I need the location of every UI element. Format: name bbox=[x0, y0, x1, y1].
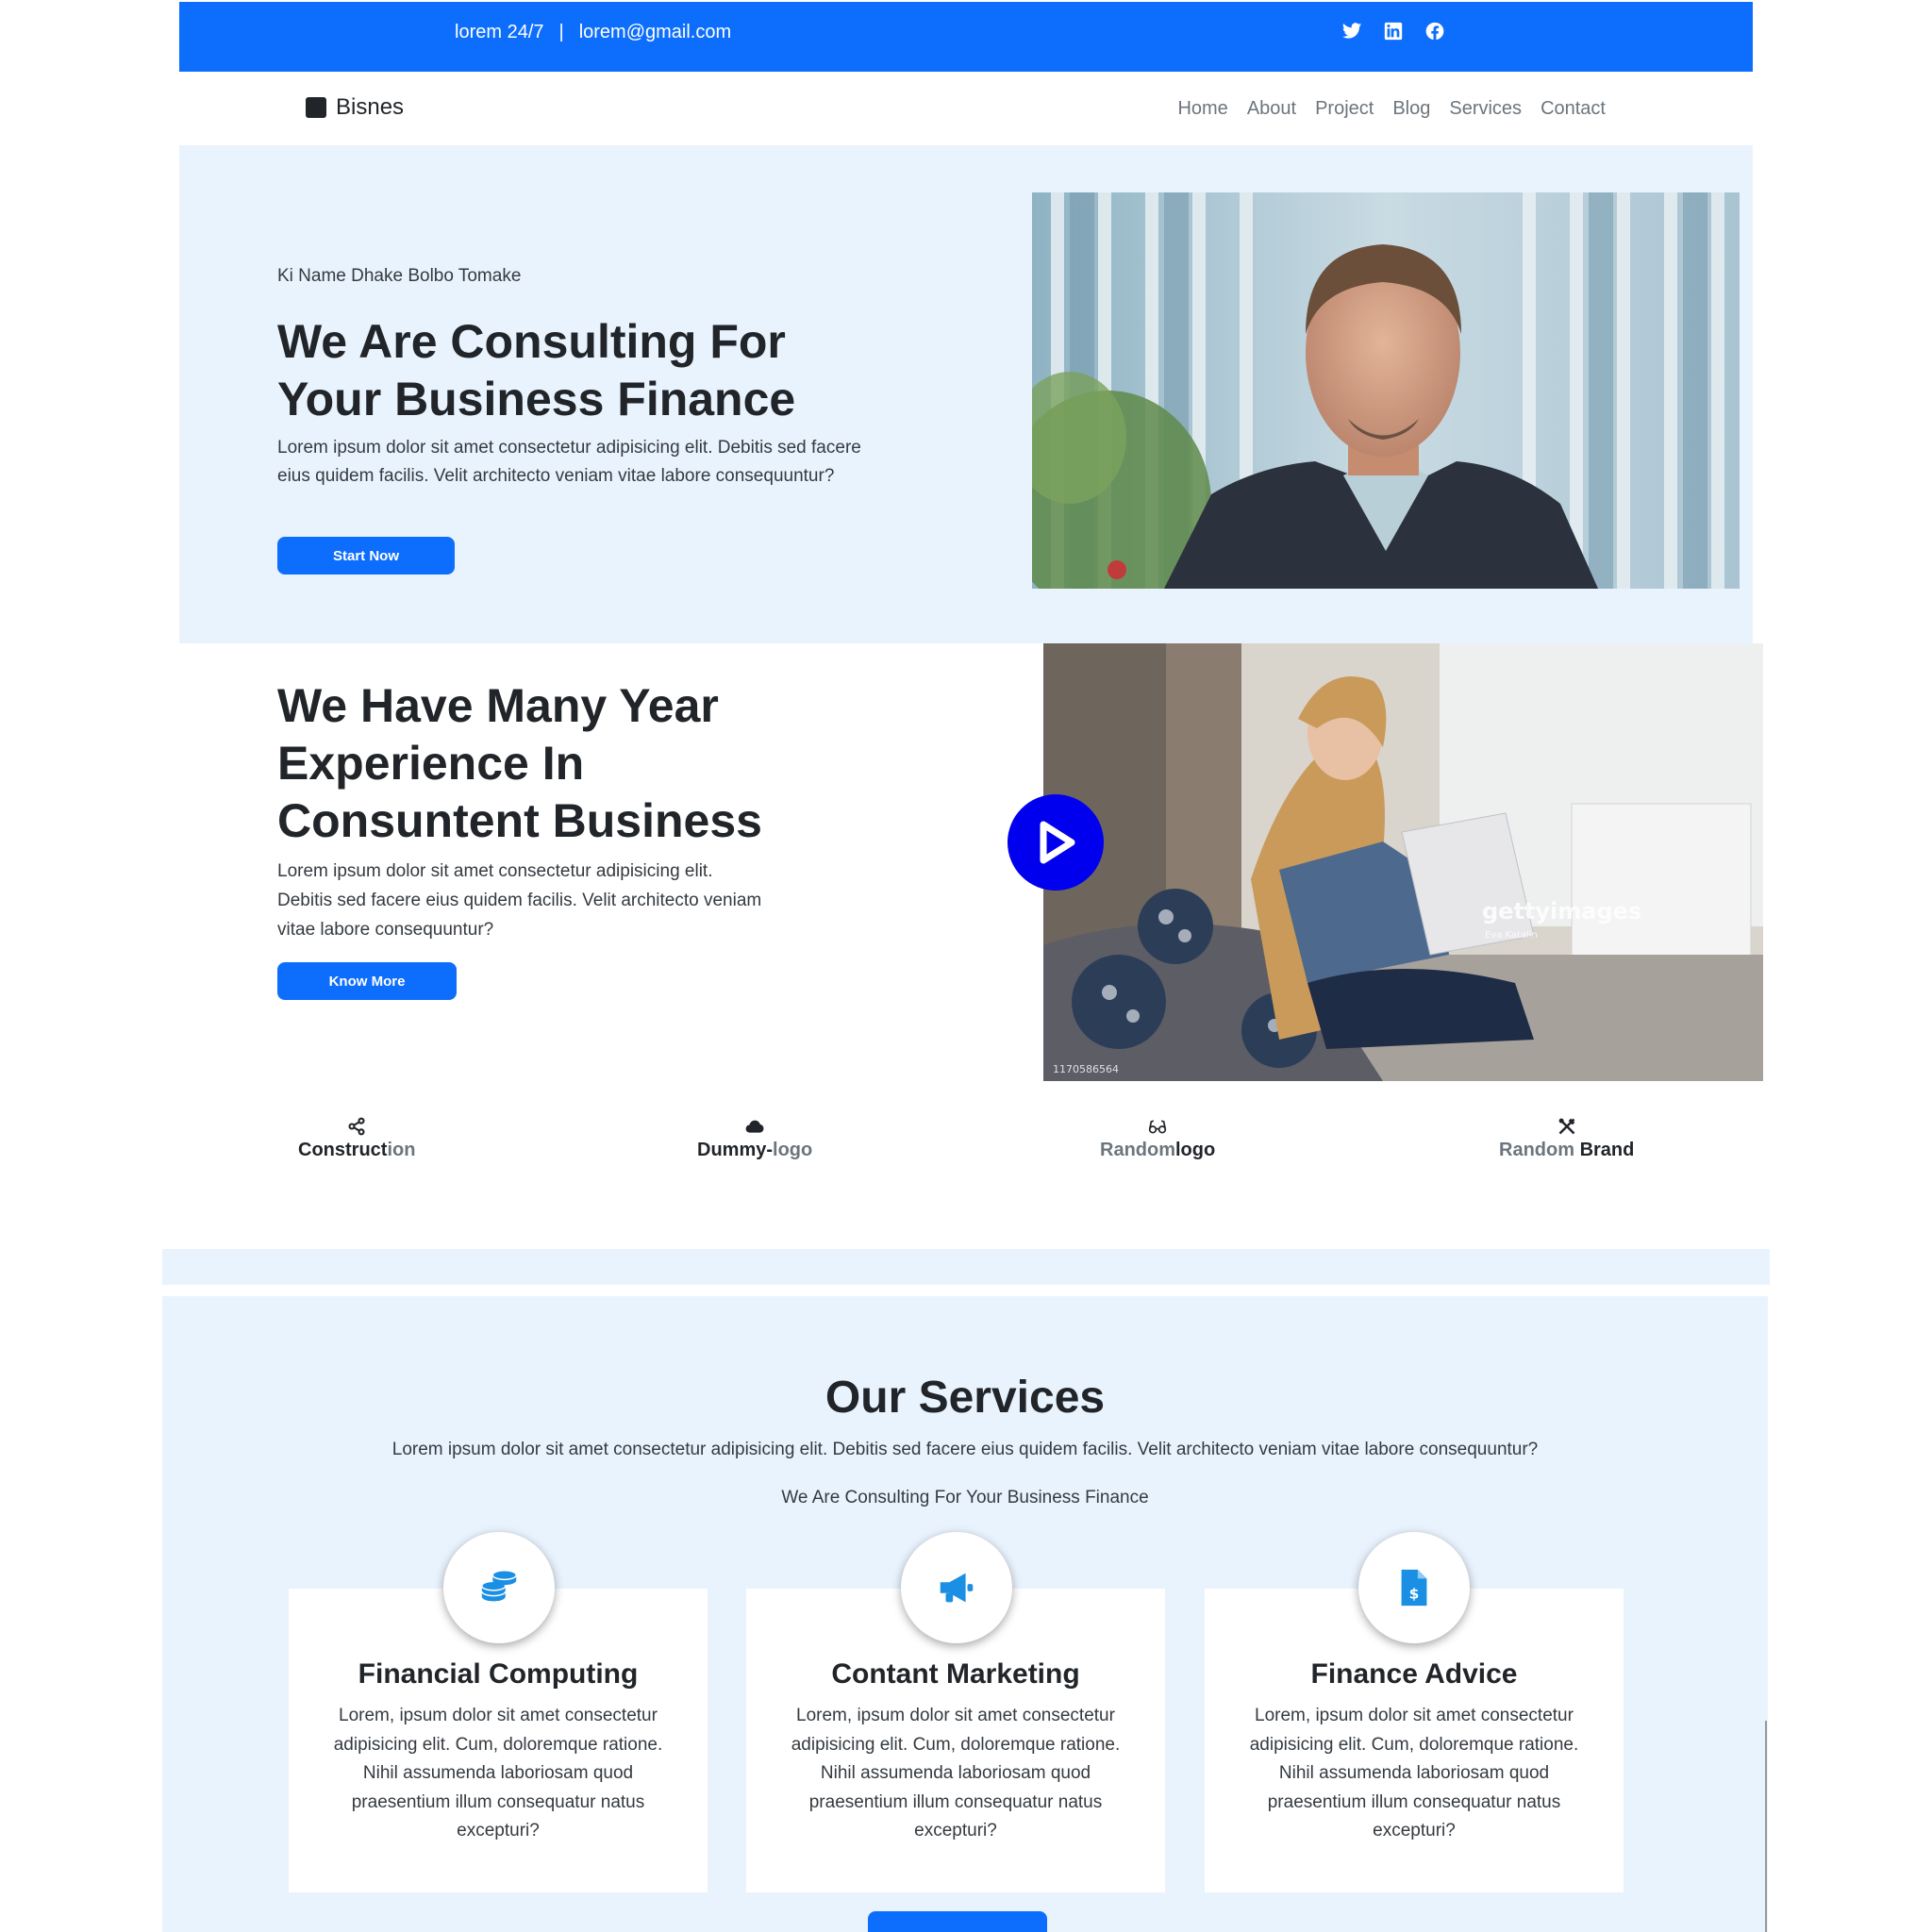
logo-brand-muted: Random bbox=[1499, 1140, 1580, 1160]
main-navbar: Bisnes Home About Project Blog Services … bbox=[179, 72, 1753, 145]
hero-section: Ki Name Dhake Bolbo Tomake We Are Consul… bbox=[179, 145, 1753, 643]
nav-links: Home About Project Blog Services Contact bbox=[1177, 98, 1606, 120]
separator: | bbox=[558, 22, 564, 42]
logo-construction-muted: ion bbox=[387, 1140, 416, 1160]
coins-icon bbox=[443, 1532, 555, 1643]
hours-text: lorem 24/7 bbox=[455, 22, 544, 42]
services-title: Our Services bbox=[824, 1373, 1106, 1423]
logo-random-muted: Random bbox=[1100, 1140, 1175, 1160]
experience-description: Lorem ipsum dolor sit amet consectetur a… bbox=[277, 861, 762, 940]
play-video-button[interactable] bbox=[1008, 794, 1104, 891]
know-more-button[interactable]: Know More bbox=[277, 962, 457, 1000]
view-all-button[interactable] bbox=[868, 1911, 1047, 1932]
nav-project[interactable]: Project bbox=[1315, 98, 1374, 120]
logo-construction-bold: Construct bbox=[298, 1140, 388, 1160]
logo-brand-bold: Brand bbox=[1579, 1140, 1635, 1160]
logo-random-brand: Random Brand bbox=[1499, 1117, 1634, 1161]
section-divider-strip bbox=[162, 1249, 1770, 1285]
experience-title: We Have Many Year Experience In Consunte… bbox=[277, 679, 762, 847]
email-link[interactable]: lorem@gmail.com bbox=[579, 20, 731, 44]
linkedin-icon[interactable] bbox=[1382, 20, 1405, 42]
logo-random-bold: logo bbox=[1175, 1140, 1216, 1160]
cloud-icon bbox=[745, 1120, 764, 1133]
card-title: Finance Advice bbox=[1310, 1658, 1518, 1690]
video-thumbnail[interactable]: gettyimages Eva Katalin 1170586564 bbox=[1043, 643, 1763, 1081]
invoice-dollar-icon: $ bbox=[1358, 1532, 1470, 1643]
card-title: Contant Marketing bbox=[831, 1658, 1080, 1690]
card-text: Lorem, ipsum dolor sit amet consectetur … bbox=[333, 1706, 663, 1840]
megaphone-icon bbox=[901, 1532, 1012, 1643]
contact-info: lorem 24/7 | lorem@gmail.com bbox=[455, 20, 731, 44]
play-icon bbox=[1040, 821, 1075, 864]
facebook-icon[interactable] bbox=[1424, 20, 1446, 42]
nav-contact[interactable]: Contact bbox=[1541, 98, 1606, 120]
image-id-text: 1170586564 bbox=[1053, 1063, 1119, 1075]
brand-name: Bisnes bbox=[336, 94, 405, 120]
nav-about[interactable]: About bbox=[1247, 98, 1296, 120]
hero-description: Lorem ipsum dolor sit amet consectetur a… bbox=[277, 438, 861, 486]
gettyimages-watermark: gettyimages bbox=[1482, 898, 1641, 924]
logo-dummy-muted: logo bbox=[773, 1140, 813, 1160]
top-contact-bar: lorem 24/7 | lorem@gmail.com bbox=[179, 2, 1753, 72]
logo-dummy: Dummy-logo bbox=[697, 1117, 812, 1161]
start-now-button[interactable]: Start Now bbox=[277, 537, 455, 575]
nav-home[interactable]: Home bbox=[1177, 98, 1227, 120]
watermark-credit: Eva Katalin bbox=[1485, 930, 1538, 941]
logo-dummy-bold: Dummy- bbox=[697, 1140, 774, 1160]
nav-services[interactable]: Services bbox=[1449, 98, 1522, 120]
logo-construction: Construction bbox=[298, 1117, 415, 1161]
share-nodes-icon bbox=[348, 1117, 365, 1136]
glasses-icon bbox=[1148, 1120, 1167, 1134]
card-text: Lorem, ipsum dolor sit amet consectetur … bbox=[791, 1706, 1121, 1840]
brand-logo[interactable]: Bisnes bbox=[306, 94, 404, 121]
services-description: Lorem ipsum dolor sit amet consectetur a… bbox=[391, 1440, 1539, 1459]
services-subtitle: We Are Consulting For Your Business Fina… bbox=[781, 1488, 1149, 1507]
svg-text:$: $ bbox=[1409, 1586, 1420, 1603]
logo-randomlogo: Randomlogo bbox=[1100, 1117, 1215, 1161]
scrollbar[interactable] bbox=[1765, 1721, 1767, 1932]
hero-photo-businessman bbox=[1032, 192, 1740, 589]
brand-square-icon bbox=[306, 97, 326, 118]
hero-title: We Are Consulting For Your Business Fina… bbox=[277, 315, 796, 425]
card-text: Lorem, ipsum dolor sit amet consectetur … bbox=[1249, 1706, 1579, 1840]
hero-kicker: Ki Name Dhake Bolbo Tomake bbox=[277, 266, 522, 286]
nav-blog[interactable]: Blog bbox=[1392, 98, 1430, 120]
card-title: Financial Computing bbox=[358, 1658, 639, 1690]
tools-icon bbox=[1558, 1118, 1575, 1135]
twitter-icon[interactable] bbox=[1341, 20, 1363, 42]
